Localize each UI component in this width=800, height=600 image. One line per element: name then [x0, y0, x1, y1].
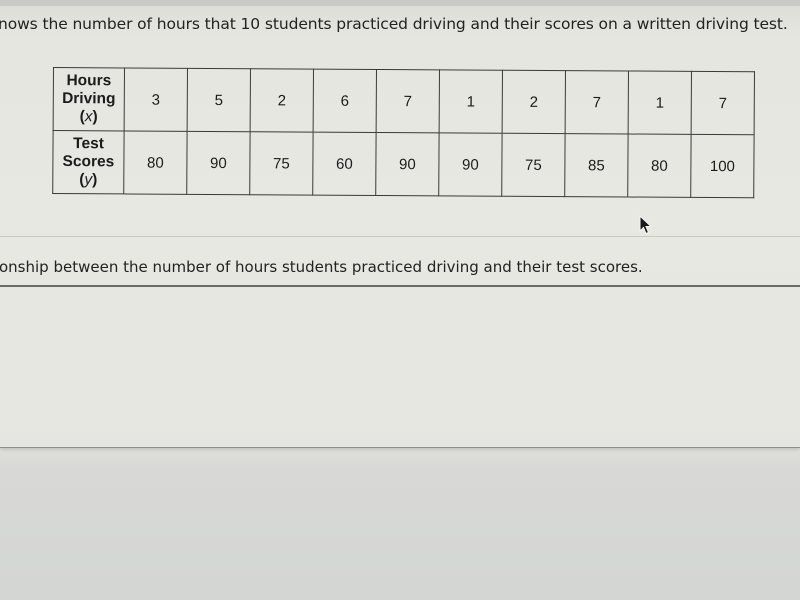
- top-edge-strip: [0, 0, 800, 6]
- section-divider: [0, 236, 800, 237]
- table-cell: 90: [375, 132, 440, 196]
- variable-label: x: [84, 108, 93, 126]
- row-header-line: Scores: [62, 153, 115, 171]
- row-header-scores: Test Scores (y): [52, 130, 125, 194]
- question-prompt: onship between the number of hours stude…: [0, 258, 643, 276]
- table-cell: 1: [439, 69, 503, 134]
- table-cell: 7: [691, 71, 755, 135]
- table-row-hours: Hours Driving (x) 3 5 2 6 7 1 2 7 1 7: [53, 67, 755, 135]
- answer-area-footer: [0, 433, 800, 448]
- table-cell: 80: [627, 134, 692, 198]
- answer-input-area[interactable]: [0, 285, 800, 435]
- table-cell: 3: [124, 67, 188, 132]
- arrow-pointer-icon: [639, 215, 653, 235]
- table-cell: 5: [187, 68, 251, 132]
- table-cell: 85: [564, 133, 629, 198]
- table-cell: 100: [690, 134, 755, 198]
- row-header-line: Driving: [62, 90, 116, 108]
- table-cell: 1: [628, 71, 692, 135]
- table-cell: 80: [123, 130, 188, 195]
- table-cell: 6: [313, 69, 377, 133]
- table-cell: 7: [376, 69, 440, 133]
- table-cell: 2: [502, 70, 566, 134]
- table-row-scores: Test Scores (y) 80 90 75 60 90 90 75 85 …: [52, 130, 755, 198]
- table-cell: 2: [250, 68, 314, 133]
- problem-statement: nows the number of hours that 10 student…: [0, 15, 788, 33]
- data-table: Hours Driving (x) 3 5 2 6 7 1 2 7 1 7 Te…: [52, 67, 755, 198]
- variable-label: y: [84, 171, 93, 189]
- row-header-hours: Hours Driving (x): [53, 67, 125, 131]
- table-cell: 60: [312, 132, 377, 196]
- table-cell: 90: [186, 131, 251, 195]
- table-cell: 75: [249, 131, 314, 196]
- row-header-line: Test: [73, 135, 104, 153]
- table-cell: 75: [501, 133, 566, 197]
- table-cell: 7: [565, 70, 629, 135]
- table-cell: 90: [438, 132, 503, 197]
- row-header-line: Hours: [66, 72, 112, 90]
